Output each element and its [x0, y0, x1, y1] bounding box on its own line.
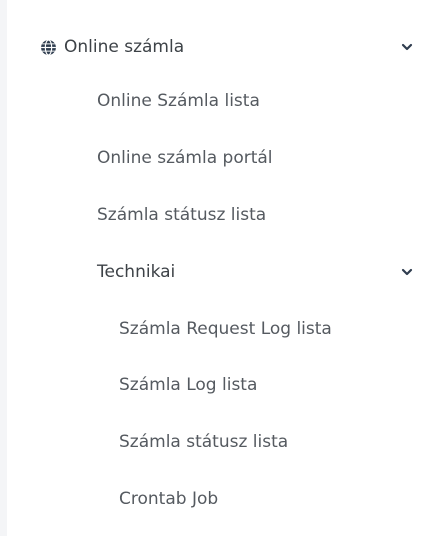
menu-item-online-szamla-portal[interactable]: Online számla portál	[7, 135, 432, 181]
chevron-down-icon[interactable]	[401, 266, 413, 278]
menu-item-szamla-statusz-lista[interactable]: Számla státusz lista	[7, 192, 432, 238]
menu-item-label: Crontab Job	[119, 489, 219, 509]
menu-item-szamla-request-log-lista[interactable]: Számla Request Log lista	[7, 306, 432, 352]
menu-item-label: Online Számla lista	[97, 91, 260, 111]
menu-item-label: Számla státusz lista	[119, 432, 289, 452]
menu-online-szamla[interactable]: Online számla	[7, 24, 432, 70]
menu-group-technikai[interactable]: Technikai	[7, 249, 432, 295]
menu-group-label: Technikai	[97, 262, 176, 282]
menu-item-label: Számla Request Log lista	[119, 319, 332, 339]
sidebar-gutter	[0, 0, 7, 536]
globe-icon	[41, 38, 56, 56]
chevron-down-icon[interactable]	[401, 41, 413, 53]
sidebar-nav: Online számla Online Számla lista Online…	[7, 0, 432, 536]
menu-item-label: Online számla portál	[97, 148, 273, 168]
menu-item-szamla-log-lista[interactable]: Számla Log lista	[7, 362, 432, 408]
menu-item-label: Számla státusz lista	[97, 205, 267, 225]
menu-title: Online számla	[64, 37, 185, 57]
menu-item-szamla-statusz-lista-technikai[interactable]: Számla státusz lista	[7, 419, 432, 465]
menu-item-crontab-job[interactable]: Crontab Job	[7, 476, 432, 522]
menu-item-online-szamla-lista[interactable]: Online Számla lista	[7, 78, 432, 124]
menu-item-label: Számla Log lista	[119, 375, 258, 395]
